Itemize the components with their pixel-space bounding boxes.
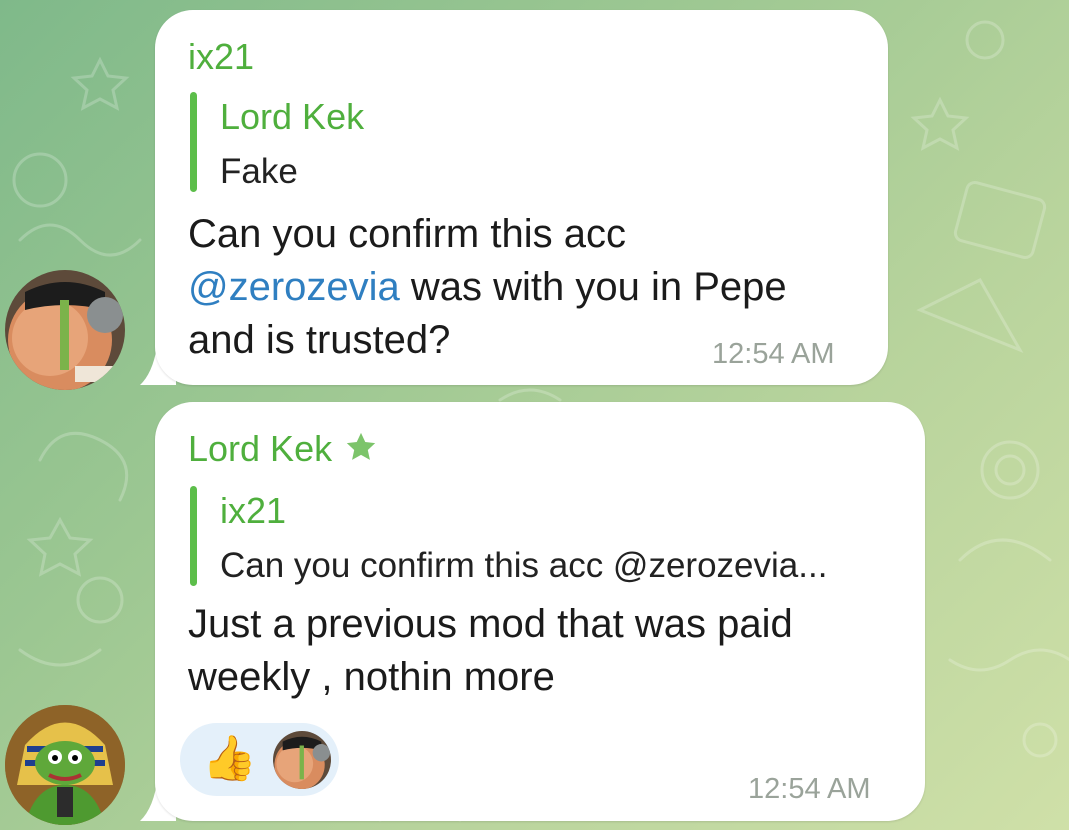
reply-name: Lord Kek <box>220 96 365 137</box>
sender-name-text: Lord Kek <box>188 428 333 469</box>
reactor-avatar <box>273 731 331 789</box>
reply-bar <box>190 92 197 192</box>
avatar-ix21[interactable] <box>5 270 125 390</box>
sender-name[interactable]: Lord Kek <box>188 428 378 470</box>
message-text-fragment: was with you in Pepe <box>399 265 787 309</box>
reply-text: Can you confirm this acc @zerozevia... <box>220 546 828 585</box>
avatar-lord-kek-image <box>5 705 125 825</box>
reply-name: ix21 <box>220 490 287 531</box>
mention-link[interactable]: @zerozevia <box>188 265 400 309</box>
avatar-ix21-image <box>5 270 125 390</box>
message-time: 12:54 AM <box>748 773 871 805</box>
avatar-lord-kek[interactable] <box>5 705 125 825</box>
message-text-line-1: Just a previous mod that was paid <box>188 602 793 646</box>
reply-quote[interactable]: Lord Kek Fake <box>190 92 850 192</box>
thumbs-up-icon: 👍 <box>202 734 257 783</box>
reply-quote[interactable]: ix21 Can you confirm this acc @zerozevia… <box>190 486 910 586</box>
reaction-chip[interactable]: 👍 <box>180 723 339 796</box>
reply-text: Fake <box>220 152 298 191</box>
message-text-line-2: @zerozevia was with you in Pepe <box>188 261 787 314</box>
message-time: 12:54 AM <box>712 338 835 370</box>
message-text-line-3: and is trusted? <box>188 318 451 362</box>
sender-name[interactable]: ix21 <box>188 36 254 78</box>
message-text-line-2: weekly , nothin more <box>188 655 555 699</box>
star-icon <box>346 432 376 460</box>
message-text-line-1: Can you confirm this acc <box>188 212 626 256</box>
reply-bar <box>190 486 197 586</box>
reactor-avatar-image <box>273 731 331 789</box>
